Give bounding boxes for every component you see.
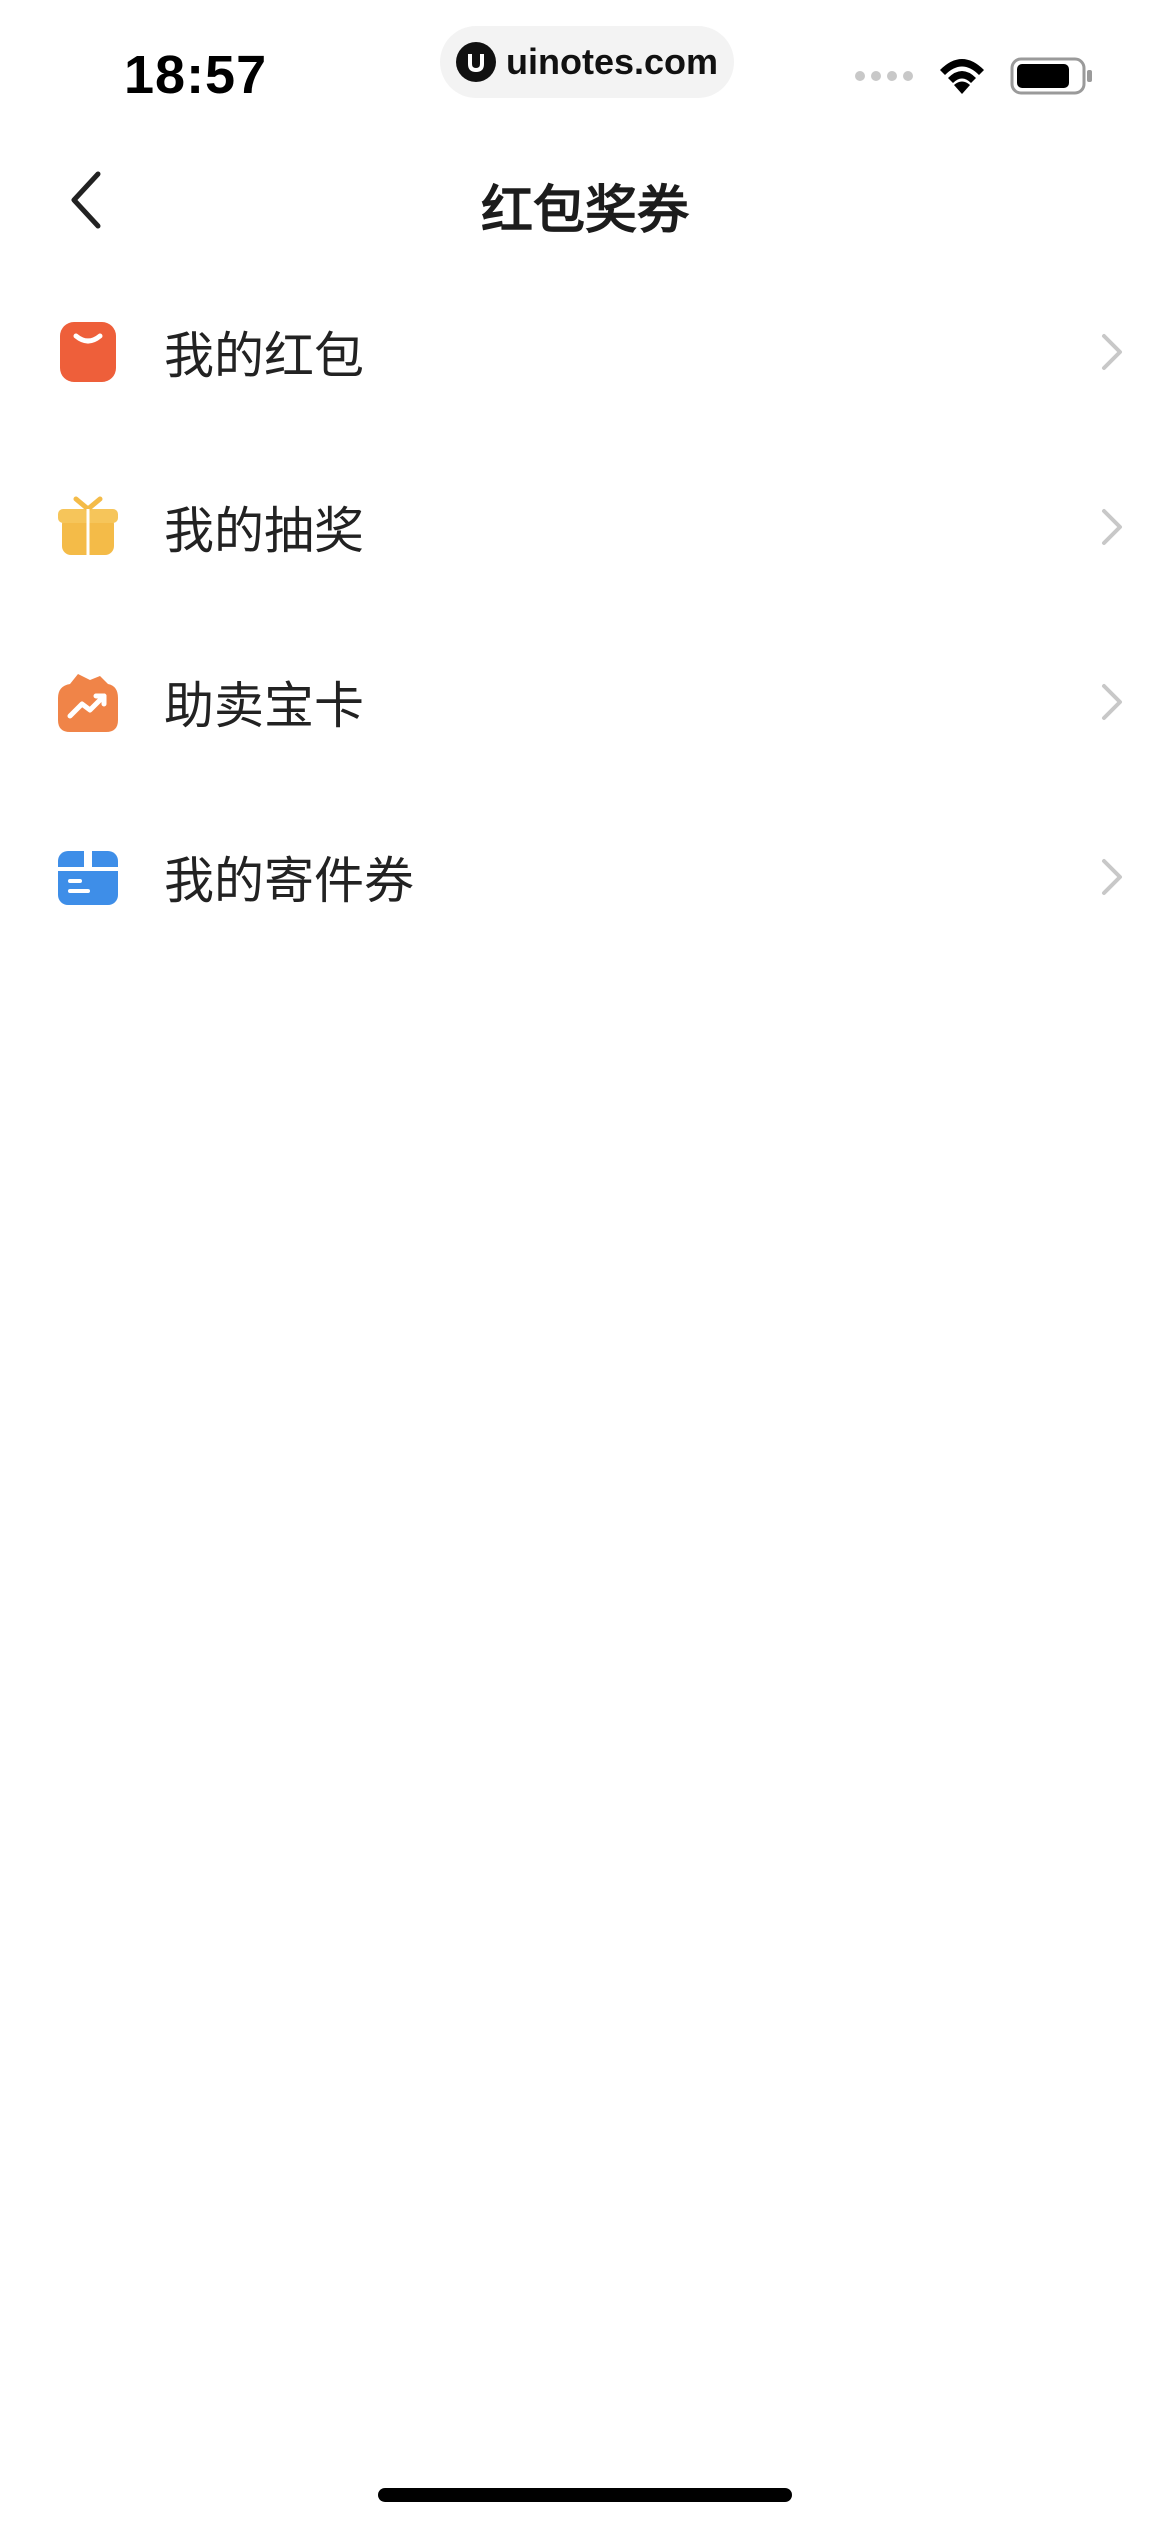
wifi-icon (940, 59, 984, 94)
battery-icon (1010, 57, 1092, 95)
menu-item-label: 助卖宝卡 (164, 676, 364, 735)
url-text: uinotes.com (505, 41, 719, 82)
red-envelope-icon (60, 321, 116, 382)
chevron-right-icon (1102, 683, 1122, 720)
menu-item-boost-sale-card[interactable]: 助卖宝卡 (0, 614, 1170, 789)
url-pill[interactable]: uinotes.com (440, 26, 734, 98)
menu-item-shipping-coupon[interactable]: 我的寄件券 (0, 789, 1170, 964)
menu-item-label: 我的抽奖 (164, 501, 364, 560)
boost-sale-icon (58, 673, 118, 732)
status-bar: 18:57 uinotes.com (0, 0, 1170, 130)
gift-box-icon (58, 496, 118, 555)
site-logo-icon (455, 42, 496, 82)
status-icons (854, 56, 1094, 96)
menu-item-red-envelope[interactable]: 我的红包 (0, 264, 1170, 439)
nav-bar: 红包奖券 (0, 140, 1170, 260)
chevron-right-icon (1102, 508, 1122, 545)
chevron-right-icon (1102, 333, 1122, 370)
menu-list: 我的红包 我的抽奖 助卖宝卡 我的寄件券 (0, 264, 1170, 964)
status-time: 18:57 (124, 45, 268, 105)
package-icon (58, 850, 118, 905)
menu-item-lottery[interactable]: 我的抽奖 (0, 439, 1170, 614)
menu-item-label: 我的红包 (164, 326, 364, 385)
page-title: 红包奖券 (480, 181, 689, 241)
home-indicator[interactable] (378, 2488, 792, 2502)
cellular-signal-icon (855, 71, 913, 81)
menu-item-label: 我的寄件券 (164, 851, 414, 910)
chevron-right-icon (1102, 858, 1122, 895)
